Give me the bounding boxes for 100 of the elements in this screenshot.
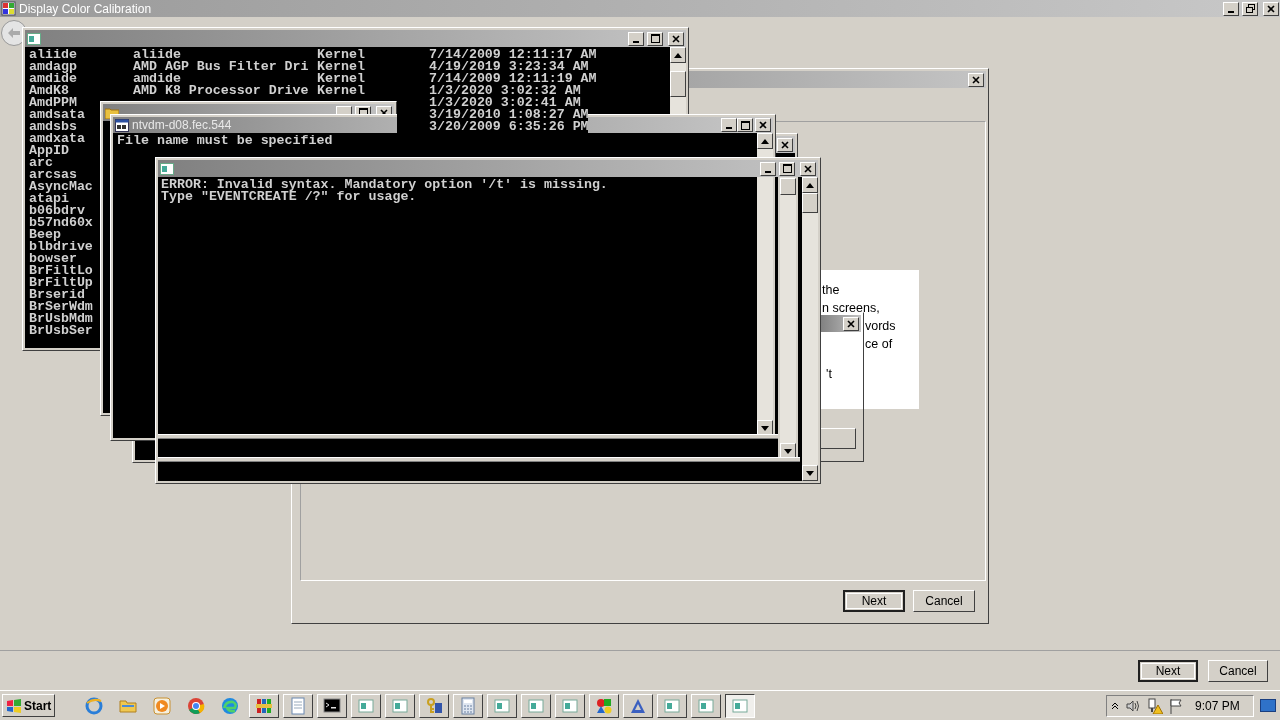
service-description: amdide [133, 71, 181, 86]
clock: 9:07 PM [1195, 697, 1240, 715]
service-type: Kernel [317, 59, 365, 74]
service-name: amdsbs [29, 119, 77, 134]
minimize-button[interactable] [1223, 1, 1239, 16]
console-window-icon [27, 32, 41, 45]
service-name: arcsas [29, 167, 77, 182]
scroll-up-button[interactable] [757, 133, 773, 149]
window-icon [357, 696, 376, 715]
service-date: 3/19/2010 1:08:27 AM [429, 107, 589, 122]
dialog-button[interactable] [820, 428, 856, 449]
close-button[interactable] [1263, 1, 1279, 16]
scrollbar[interactable] [757, 177, 773, 436]
service-name: BrSerWdm [29, 299, 93, 314]
restore-button[interactable] [1242, 1, 1258, 16]
scrollbar[interactable] [802, 177, 818, 481]
service-name: amdxata [29, 131, 85, 146]
console-output: Type "EVENTCREATE /?" for usage. [161, 191, 417, 203]
shapes-icon [595, 696, 614, 715]
service-name: AmdPPM [29, 95, 77, 110]
dialog-button[interactable]: Next [1138, 660, 1198, 682]
service-date: 7/14/2009 12:11:17 AM [429, 47, 597, 62]
up-arrow-icon [806, 182, 814, 188]
minimize-button[interactable] [721, 118, 737, 132]
windows-flag-icon [6, 698, 22, 713]
service-name: AppID [29, 143, 69, 158]
minimize-button[interactable] [760, 161, 776, 176]
maximize-button[interactable] [779, 161, 795, 176]
service-name: amdsata [29, 107, 85, 122]
window-icon [663, 696, 682, 715]
scroll-thumb[interactable] [670, 71, 686, 97]
service-name: amdagp [29, 59, 77, 74]
close-button[interactable] [968, 72, 984, 87]
close-button[interactable] [800, 161, 816, 176]
play-icon [153, 696, 172, 715]
service-type: Kernel [317, 47, 365, 62]
dos-window-icon [115, 118, 129, 132]
service-name: Beep [29, 227, 61, 242]
service-description: AMD AGP Bus Filter Dri [133, 59, 309, 74]
scroll-up-button[interactable] [670, 47, 686, 63]
dialog-button[interactable]: Cancel [913, 590, 975, 612]
service-name: b57nd60x [29, 215, 93, 230]
close-button[interactable] [668, 31, 684, 46]
network-warning-icon [1147, 697, 1163, 714]
maximize-icon [358, 108, 368, 117]
books-icon [255, 696, 274, 715]
dialog-button[interactable]: Next [843, 590, 905, 612]
swirl-icon [221, 696, 240, 715]
down-arrow-icon [806, 470, 814, 476]
start-button[interactable]: Start [2, 694, 56, 717]
close-icon [804, 164, 812, 173]
service-type: Kernel [317, 71, 365, 86]
service-name: BrUsbSer [29, 323, 93, 338]
close-icon [759, 121, 767, 129]
minimize-button[interactable] [628, 31, 644, 46]
window-icon [493, 696, 512, 715]
scroll-thumb[interactable] [780, 178, 796, 195]
description-text: n screens, [822, 300, 881, 317]
globe-icon [85, 696, 104, 715]
monitor-icon [1260, 699, 1276, 712]
window-title: Display Color Calibration [19, 1, 152, 16]
window-icon [391, 696, 410, 715]
window-icon [561, 696, 580, 715]
close-button[interactable] [777, 137, 793, 152]
service-name: BrFiltUp [29, 275, 93, 290]
flag-icon [1169, 697, 1183, 714]
close-button[interactable] [755, 118, 771, 132]
service-date: 3/20/2009 6:35:26 PM [429, 119, 589, 134]
calculator-icon [459, 696, 478, 715]
maximize-button[interactable] [737, 118, 753, 132]
close-icon [972, 75, 980, 84]
terminal-icon [323, 696, 342, 715]
console-window-icon [160, 162, 174, 175]
service-name: aliide [29, 47, 77, 62]
description-text: the [822, 282, 841, 299]
scrollbar[interactable] [780, 177, 796, 459]
window-icon [527, 696, 546, 715]
color-chart-icon [1, 1, 16, 16]
maximize-icon [740, 120, 750, 130]
window-icon [697, 696, 716, 715]
service-description: AMD K8 Processor Drive [133, 83, 309, 98]
scroll-thumb[interactable] [802, 193, 818, 213]
maximize-button[interactable] [647, 31, 663, 46]
close-icon [781, 140, 789, 149]
service-type: Kernel [317, 83, 365, 98]
service-description: aliide [133, 47, 181, 62]
service-date: 1/3/2020 3:02:41 AM [429, 95, 581, 110]
description-text: ce of [865, 336, 894, 353]
window-icon [731, 696, 750, 715]
dialog-button[interactable]: Cancel [1208, 660, 1268, 682]
scroll-down-button[interactable] [802, 465, 818, 481]
close-button[interactable] [843, 316, 859, 331]
maximize-icon [650, 34, 660, 43]
service-date: 7/14/2009 12:11:19 AM [429, 71, 597, 86]
taskbar-button[interactable] [725, 693, 756, 718]
window-title: ntvdm-d08.fec.544 [132, 118, 232, 132]
console-output: ERROR: Invalid syntax. Mandatory option '/t' is missing. [161, 179, 608, 191]
keys-icon [425, 696, 444, 715]
scroll-up-button[interactable] [802, 177, 818, 193]
service-name: BrFiltLo [29, 263, 93, 278]
